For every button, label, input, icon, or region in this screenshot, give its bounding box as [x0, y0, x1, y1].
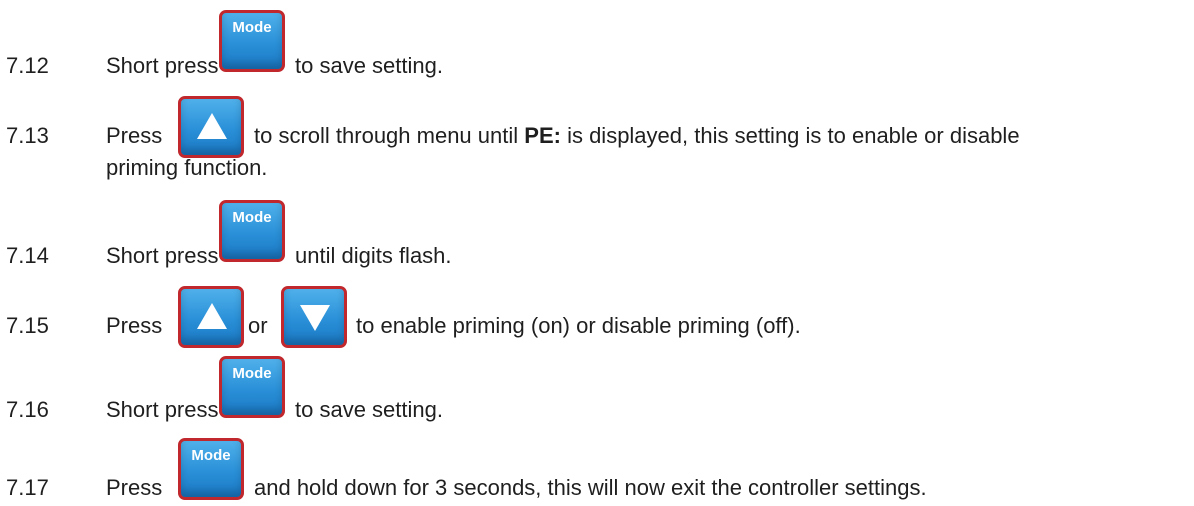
mode-button-label: Mode — [232, 19, 272, 36]
step-number: 7.17 — [6, 475, 49, 500]
step-number: 7.16 — [6, 397, 49, 422]
step-text: to save setting. — [295, 53, 443, 78]
step-number: 7.15 — [6, 313, 49, 338]
mode-button-icon: Mode — [219, 356, 285, 418]
down-arrow-glyph — [300, 305, 330, 331]
step-number: 7.14 — [6, 243, 49, 268]
mode-button-icon: Mode — [178, 438, 244, 500]
step-7-15: 7.15 Press or to enable priming (on) or … — [0, 286, 1194, 348]
step-connector: or — [248, 313, 268, 338]
step-text: to save setting. — [295, 397, 443, 422]
step-7-12: 7.12 Short press Mode to save setting. — [0, 4, 1194, 78]
mode-button-label: Mode — [232, 365, 272, 382]
step-7-17: 7.17 Press Mode and hold down for 3 seco… — [0, 438, 1194, 504]
up-arrow-button-icon — [178, 96, 244, 158]
step-text: Press — [106, 475, 163, 500]
mode-button-icon: Mode — [219, 10, 285, 72]
step-text: to scroll through menu until — [254, 123, 525, 148]
step-number: 7.12 — [6, 53, 49, 78]
step-text-continued: priming function. — [106, 155, 268, 180]
step-7-14: 7.14 Short press Mode until digits flash… — [0, 198, 1194, 272]
step-text: and hold down for 3 seconds, this will n… — [254, 475, 927, 500]
mode-button-icon: Mode — [219, 200, 285, 262]
step-text: Press — [106, 123, 163, 148]
up-arrow-glyph — [197, 113, 227, 139]
step-7-16: 7.16 Short press Mode to save setting. — [0, 356, 1194, 426]
step-text: is displayed, this setting is to enable … — [560, 123, 1020, 148]
step-text: Short press — [106, 53, 219, 78]
down-arrow-button-icon — [281, 286, 347, 348]
mode-button-label: Mode — [191, 447, 231, 464]
step-number: 7.13 — [6, 123, 49, 148]
step-7-13: 7.13 Press to scroll through menu until … — [0, 96, 1194, 186]
up-arrow-glyph — [197, 303, 227, 329]
step-text: Short press — [106, 243, 219, 268]
up-arrow-button-icon — [178, 286, 244, 348]
step-text: to enable priming (on) or disable primin… — [356, 313, 801, 338]
menu-code: PE: — [524, 123, 561, 148]
step-text: until digits flash. — [295, 243, 452, 268]
mode-button-label: Mode — [232, 209, 272, 226]
step-text: Short press — [106, 397, 219, 422]
step-text: Press — [106, 313, 163, 338]
